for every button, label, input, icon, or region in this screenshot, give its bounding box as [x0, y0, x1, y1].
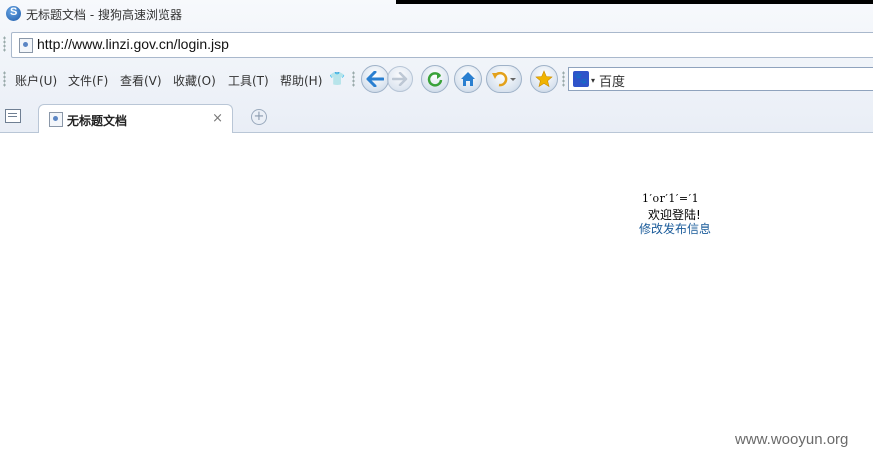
tab-active[interactable]: 无标题文档 × — [38, 104, 233, 133]
favorite-button[interactable] — [530, 65, 558, 93]
refresh-icon — [427, 72, 443, 87]
menu-account[interactable]: 账户(U) — [15, 72, 57, 89]
search-grip-handle[interactable] — [562, 71, 565, 87]
wooyun-watermark: www.wooyun.org — [735, 431, 849, 448]
menu-toolbar-row: 账户(U) 文件(F) 查看(V) 收藏(O) 工具(T) 帮助(H) 👕 🐾 … — [0, 62, 873, 98]
new-tab-plus-icon[interactable]: + — [251, 109, 267, 125]
home-button[interactable] — [454, 65, 482, 93]
skin-shirt-icon[interactable]: 👕 — [329, 72, 345, 87]
refresh-button[interactable] — [421, 65, 449, 93]
menu-view[interactable]: 查看(V) — [120, 72, 162, 89]
home-icon — [461, 72, 475, 86]
menu-tools[interactable]: 工具(T) — [228, 72, 269, 89]
tab-bar: 无标题文档 × + — [0, 102, 873, 133]
menu-favorites[interactable]: 收藏(O) — [173, 72, 216, 89]
toolbar-grip-handle[interactable] — [352, 71, 355, 87]
page-content: 1′or′1′=′1 欢迎登陆! 修改发布信息 www.wooyun.org — [0, 133, 873, 450]
title-bar: 无标题文档 - 搜狗高速浏览器 — [0, 0, 873, 28]
search-engine-label[interactable]: 百度 — [599, 71, 625, 90]
window-title: 无标题文档 - 搜狗高速浏览器 — [26, 8, 182, 22]
sidebar-toggle-icon[interactable] — [5, 109, 21, 123]
address-row: http://www.linzi.gov.cn/login.jsp — [0, 32, 873, 58]
forward-button[interactable] — [387, 66, 413, 92]
modify-post-info-link[interactable]: 修改发布信息 — [639, 220, 711, 237]
back-arrow-icon — [366, 71, 384, 87]
search-box[interactable]: 🐾 ▾ 百度 — [568, 67, 873, 91]
browser-chrome: 无标题文档 - 搜狗高速浏览器 http://www.linzi.gov.cn/… — [0, 0, 873, 133]
injected-query-text: 1′or′1′=′1 — [642, 192, 700, 205]
url-text[interactable]: http://www.linzi.gov.cn/login.jsp — [37, 36, 229, 52]
undo-close-tab-button[interactable] — [486, 65, 522, 93]
tab-label: 无标题文档 — [67, 114, 128, 128]
engine-dropdown-icon[interactable]: ▾ — [591, 76, 595, 85]
back-button[interactable] — [361, 65, 389, 93]
forward-arrow-icon — [392, 72, 408, 86]
title-bar-dark-strip — [396, 0, 873, 4]
page-icon — [19, 38, 33, 53]
sogou-browser-logo-icon — [6, 6, 21, 21]
menu-grip-handle[interactable] — [3, 71, 6, 87]
address-bar[interactable]: http://www.linzi.gov.cn/login.jsp — [11, 32, 873, 58]
star-icon — [535, 70, 553, 88]
tab-close-icon[interactable]: × — [212, 111, 223, 126]
menu-help[interactable]: 帮助(H) — [280, 72, 322, 89]
address-grip-handle[interactable] — [3, 36, 6, 52]
baidu-paw-icon[interactable]: 🐾 — [573, 71, 589, 87]
undo-icon — [492, 71, 516, 87]
menu-file[interactable]: 文件(F) — [68, 72, 108, 89]
tab-page-icon — [49, 112, 63, 127]
